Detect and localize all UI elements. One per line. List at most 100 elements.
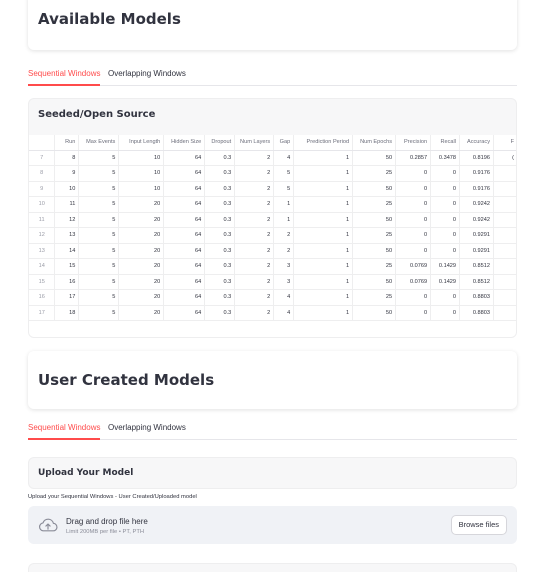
file-dropzone[interactable]: Drag and drop file here Limit 200MB per …: [28, 506, 517, 544]
column-header[interactable]: Num Epochs: [352, 135, 397, 151]
table-cell: 0.3: [204, 165, 236, 182]
table-row[interactable]: 10 11 5 20 64 0.3 2 1 1 25 0 0 0.9242: [29, 196, 516, 213]
column-header[interactable]: Max Events: [78, 135, 120, 151]
table-cell: 10: [118, 165, 165, 182]
table-cell: 5: [78, 196, 120, 213]
table-cell: 1: [293, 305, 354, 321]
table-cell: 64: [163, 289, 206, 306]
table-row[interactable]: 17 18 5 20 64 0.3 2 4 1 50 0 0 0.8803: [29, 305, 516, 321]
table-row[interactable]: 8 9 5 10 64 0.3 2 5 1 25 0 0 0.9176: [29, 165, 516, 182]
table-cell: 5: [78, 305, 120, 321]
table-cell: 0: [430, 289, 461, 306]
column-header[interactable]: Precision: [395, 135, 432, 151]
table-cell: 64: [163, 196, 206, 213]
table-cell: 2: [234, 243, 275, 259]
column-header[interactable]: F: [493, 135, 516, 151]
table-cell: [493, 212, 516, 228]
table-cell: [493, 181, 516, 197]
table-cell: 4: [273, 305, 295, 321]
table-row[interactable]: 16 17 5 20 64 0.3 2 4 1 25 0 0 0.8803: [29, 289, 516, 306]
table-cell: 0.8512: [459, 258, 494, 275]
table-cell: 64: [163, 150, 206, 166]
table-cell: 13: [54, 227, 80, 244]
column-header[interactable]: Gap: [273, 135, 295, 151]
column-header[interactable]: Accuracy: [459, 135, 494, 151]
table-cell: 5: [78, 289, 120, 306]
table-cell: 1: [293, 243, 354, 259]
row-index: 11: [29, 212, 56, 228]
table-cell: 3: [273, 258, 295, 275]
table-cell: 12: [54, 212, 80, 228]
table-row[interactable]: 15 16 5 20 64 0.3 2 3 1 50 0.0769 0.1429 0.8512: [29, 274, 516, 290]
dropzone-limit-text: Limit 200MB per file • PT, PTH: [66, 529, 145, 535]
table-cell: 25: [352, 227, 397, 244]
table-cell: 5: [78, 212, 120, 228]
table-cell: 15: [54, 258, 80, 275]
column-header[interactable]: [29, 135, 56, 151]
table-cell: 64: [163, 258, 206, 275]
table-cell: 0.9176: [459, 165, 494, 182]
table-row[interactable]: 12 13 5 20 64 0.3 2 2 1 25 0 0 0.9291: [29, 227, 516, 244]
column-header[interactable]: Input Length: [118, 135, 165, 151]
table-cell: 9: [54, 165, 80, 182]
table-cell: 1: [273, 212, 295, 228]
table-row[interactable]: 9 10 5 10 64 0.3 2 5 1 50 0 0 0.9176: [29, 181, 516, 197]
column-header[interactable]: Recall: [430, 135, 461, 151]
seeded-title: Seeded/Open Source: [38, 109, 156, 120]
table-cell: 0.3: [204, 212, 236, 228]
table-cell: 0: [430, 181, 461, 197]
column-header[interactable]: Num Layers: [234, 135, 275, 151]
table-cell: 0.3: [204, 227, 236, 244]
table-cell: 25: [352, 165, 397, 182]
row-index: 12: [29, 227, 56, 244]
table-cell: 20: [118, 274, 165, 290]
table-header-row: Run Max Events Input Length Hidden Size Drop…: [29, 135, 516, 151]
table-cell: 50: [352, 181, 397, 197]
table-cell: 0.1429: [430, 274, 461, 290]
table-cell: 1: [293, 181, 354, 197]
row-index: 10: [29, 196, 56, 213]
table-cell: 50: [352, 150, 397, 166]
user-tab-overlapping-windows[interactable]: Overlapping Windows: [108, 423, 186, 432]
user-tab-sequential-windows[interactable]: Sequential Windows: [28, 423, 100, 432]
column-header[interactable]: Dropout: [204, 135, 236, 151]
row-index: 7: [29, 150, 56, 166]
table-cell: 0: [395, 165, 432, 182]
table-cell: 0: [430, 212, 461, 228]
table-cell: [493, 289, 516, 306]
table-cell: 20: [118, 196, 165, 213]
column-header[interactable]: Hidden Size: [163, 135, 206, 151]
table-cell: 0.9291: [459, 227, 494, 244]
table-cell: 2: [234, 258, 275, 275]
available-tab-overlapping-windows[interactable]: Overlapping Windows: [108, 69, 186, 78]
table-cell: 20: [118, 258, 165, 275]
seeded-models-table[interactable]: Run Max Events Input Length Hidden Size Drop…: [29, 135, 516, 337]
table-row[interactable]: 11 12 5 20 64 0.3 2 1 1 50 0 0 0.9242: [29, 212, 516, 228]
table-cell: 17: [54, 289, 80, 306]
column-header[interactable]: Prediction Period: [293, 135, 354, 151]
table-cell: 25: [352, 258, 397, 275]
table-cell: 2: [234, 227, 275, 244]
table-cell: (: [493, 150, 516, 166]
table-cell: 20: [118, 212, 165, 228]
next-panel: [28, 563, 517, 572]
model-tabs-available: Sequential Windows Overlapping Windows: [28, 66, 517, 86]
table-cell: [493, 196, 516, 213]
table-cell: 4: [273, 289, 295, 306]
column-header[interactable]: Run: [54, 135, 80, 151]
table-row[interactable]: 13 14 5 20 64 0.3 2 2 1 50 0 0 0.9291: [29, 243, 516, 259]
row-index: 14: [29, 258, 56, 275]
table-cell: 3: [273, 274, 295, 290]
table-cell: 0.8512: [459, 274, 494, 290]
table-cell: 64: [163, 181, 206, 197]
table-row[interactable]: 14 15 5 20 64 0.3 2 3 1 25 0.0769 0.1429 0.8512: [29, 258, 516, 275]
table-cell: 64: [163, 212, 206, 228]
table-cell: 2: [234, 165, 275, 182]
table-row[interactable]: 7 8 5 10 64 0.3 2 4 1 50 0.2857 0.3478 0.8196(: [29, 150, 516, 166]
table-cell: 0: [430, 165, 461, 182]
table-cell: 18: [54, 305, 80, 321]
table-cell: 0.3: [204, 150, 236, 166]
browse-files-button[interactable]: Browse files: [450, 515, 507, 535]
available-tab-sequential-windows[interactable]: Sequential Windows: [28, 69, 100, 78]
table-cell: 0: [430, 196, 461, 213]
